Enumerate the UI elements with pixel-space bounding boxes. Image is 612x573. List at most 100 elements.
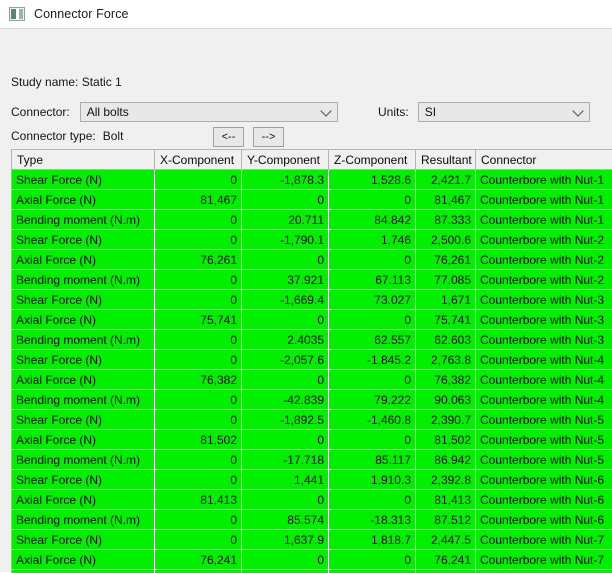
table-cell[interactable]: 0: [242, 250, 329, 270]
table-row[interactable]: Shear Force (N) 0 -1,892.5 -1,460.8 2,390.7 C…: [12, 410, 612, 430]
table-cell[interactable]: 75,741: [416, 310, 476, 330]
table-cell[interactable]: Bending moment (N.m): [12, 450, 155, 470]
table-cell[interactable]: 0: [242, 310, 329, 330]
table-cell[interactable]: 0: [155, 270, 242, 290]
table-cell[interactable]: Shear Force (N): [12, 290, 155, 310]
table-cell[interactable]: 84.842: [329, 210, 416, 230]
table-cell[interactable]: Counterbore with Nut-1: [476, 170, 612, 190]
table-cell[interactable]: -1,460.8: [329, 410, 416, 430]
results-table-container[interactable]: Type X-Component Y-Component Z-Component Res…: [11, 149, 612, 573]
table-cell[interactable]: 0: [155, 390, 242, 410]
table-row[interactable]: Shear Force (N) 0 -1,669.4 73.027 1,671 Count…: [12, 290, 612, 310]
table-cell[interactable]: 73.027: [329, 290, 416, 310]
table-cell[interactable]: 0: [329, 190, 416, 210]
table-cell[interactable]: 2,500.6: [416, 230, 476, 250]
table-cell[interactable]: -2,057.6: [242, 350, 329, 370]
units-select[interactable]: SI: [417, 102, 590, 122]
table-row[interactable]: Axial Force (N) 81,502 0 0 81,502 Counterbore…: [12, 430, 612, 450]
table-cell[interactable]: 76,382: [155, 370, 242, 390]
table-cell[interactable]: Counterbore with Nut-4: [476, 370, 612, 390]
table-cell[interactable]: 1,910.3: [329, 470, 416, 490]
table-cell[interactable]: 0: [155, 330, 242, 350]
table-cell[interactable]: Shear Force (N): [12, 170, 155, 190]
table-cell[interactable]: Counterbore with Nut-2: [476, 270, 612, 290]
table-cell[interactable]: 81,413: [416, 490, 476, 510]
column-header-connector[interactable]: Connector: [476, 150, 612, 170]
table-cell[interactable]: -18.313: [329, 510, 416, 530]
table-cell[interactable]: Counterbore with Nut-4: [476, 350, 612, 370]
table-row[interactable]: Bending moment (N.m) 0 -17.718 85.117 86.942…: [12, 450, 612, 470]
table-cell[interactable]: 2,447.5: [416, 530, 476, 550]
table-cell[interactable]: Counterbore with Nut-3: [476, 310, 612, 330]
table-row[interactable]: Axial Force (N) 75,741 0 0 75,741 Counterbore…: [12, 310, 612, 330]
table-cell[interactable]: Counterbore with Nut-6: [476, 470, 612, 490]
table-cell[interactable]: 76,241: [416, 550, 476, 570]
table-cell[interactable]: 76,261: [416, 250, 476, 270]
table-cell[interactable]: Counterbore with Nut-2: [476, 250, 612, 270]
table-cell[interactable]: Shear Force (N): [12, 230, 155, 250]
table-cell[interactable]: Axial Force (N): [12, 310, 155, 330]
table-cell[interactable]: Axial Force (N): [12, 550, 155, 570]
table-cell[interactable]: 2,390.7: [416, 410, 476, 430]
table-cell[interactable]: Shear Force (N): [12, 530, 155, 550]
table-cell[interactable]: Counterbore with Nut-7: [476, 530, 612, 550]
table-cell[interactable]: 0: [329, 550, 416, 570]
table-cell[interactable]: Axial Force (N): [12, 250, 155, 270]
table-cell[interactable]: Bending moment (N.m): [12, 390, 155, 410]
table-cell[interactable]: Axial Force (N): [12, 190, 155, 210]
table-cell[interactable]: 81,502: [416, 430, 476, 450]
table-cell[interactable]: 0: [155, 410, 242, 430]
table-row[interactable]: Shear Force (N) 0 -2,057.6 -1,845.2 2,763.8 C…: [12, 350, 612, 370]
table-cell[interactable]: -1,878.3: [242, 170, 329, 190]
table-row[interactable]: Bending moment (N.m) 0 20.711 84.842 87.333 C…: [12, 210, 612, 230]
table-cell[interactable]: Counterbore with Nut-3: [476, 330, 612, 350]
table-cell[interactable]: 75,741: [155, 310, 242, 330]
table-cell[interactable]: 85.574: [242, 510, 329, 530]
table-cell[interactable]: 0: [155, 210, 242, 230]
table-cell[interactable]: 87.333: [416, 210, 476, 230]
table-cell[interactable]: Counterbore with Nut-6: [476, 510, 612, 530]
table-cell[interactable]: 2,392.8: [416, 470, 476, 490]
table-cell[interactable]: 62.603: [416, 330, 476, 350]
table-cell[interactable]: Bending moment (N.m): [12, 270, 155, 290]
table-cell[interactable]: 76,261: [155, 250, 242, 270]
table-cell[interactable]: -1,892.5: [242, 410, 329, 430]
table-cell[interactable]: -1,845.2: [329, 350, 416, 370]
table-cell[interactable]: 2,763.8: [416, 350, 476, 370]
table-cell[interactable]: 1,528.6: [329, 170, 416, 190]
table-cell[interactable]: 1,671: [416, 290, 476, 310]
table-cell[interactable]: 2.4035: [242, 330, 329, 350]
table-cell[interactable]: 0: [329, 490, 416, 510]
table-row[interactable]: Bending moment (N.m) 0 2.4035 62.557 62.603 C…: [12, 330, 612, 350]
table-cell[interactable]: 81,502: [155, 430, 242, 450]
table-cell[interactable]: -1,790.1: [242, 230, 329, 250]
table-cell[interactable]: 0: [242, 370, 329, 390]
table-cell[interactable]: 0: [242, 190, 329, 210]
column-header-type[interactable]: Type: [12, 150, 155, 170]
table-cell[interactable]: Bending moment (N.m): [12, 330, 155, 350]
table-cell[interactable]: 81,467: [155, 190, 242, 210]
previous-connector-button[interactable]: <--: [213, 127, 244, 147]
table-cell[interactable]: Bending moment (N.m): [12, 510, 155, 530]
table-cell[interactable]: Shear Force (N): [12, 350, 155, 370]
table-cell[interactable]: 0: [155, 530, 242, 550]
table-row[interactable]: Axial Force (N) 81,467 0 0 81,467 Counterbore…: [12, 190, 612, 210]
column-header-y-component[interactable]: Y-Component: [242, 150, 329, 170]
table-cell[interactable]: 86.942: [416, 450, 476, 470]
table-cell[interactable]: -1,669.4: [242, 290, 329, 310]
table-row[interactable]: Shear Force (N) 0 1,441 1,910.3 2,392.8 Count…: [12, 470, 612, 490]
table-row[interactable]: Bending moment (N.m) 0 85.574 -18.313 87.512…: [12, 510, 612, 530]
column-header-z-component[interactable]: Z-Component: [329, 150, 416, 170]
table-cell[interactable]: 87.512: [416, 510, 476, 530]
table-row[interactable]: Shear Force (N) 0 -1,790.1 1,746 2,500.6 Coun…: [12, 230, 612, 250]
connector-select[interactable]: All bolts: [79, 102, 338, 122]
table-row[interactable]: Axial Force (N) 76,382 0 0 76,382 Counterbore…: [12, 370, 612, 390]
table-cell[interactable]: 1,637.9: [242, 530, 329, 550]
table-row[interactable]: Axial Force (N) 76,261 0 0 76,261 Counterbore…: [12, 250, 612, 270]
table-cell[interactable]: Counterbore with Nut-3: [476, 290, 612, 310]
table-cell[interactable]: 85.117: [329, 450, 416, 470]
table-cell[interactable]: Counterbore with Nut-6: [476, 490, 612, 510]
table-cell[interactable]: 62.557: [329, 330, 416, 350]
table-cell[interactable]: -17.718: [242, 450, 329, 470]
column-header-resultant[interactable]: Resultant: [416, 150, 476, 170]
